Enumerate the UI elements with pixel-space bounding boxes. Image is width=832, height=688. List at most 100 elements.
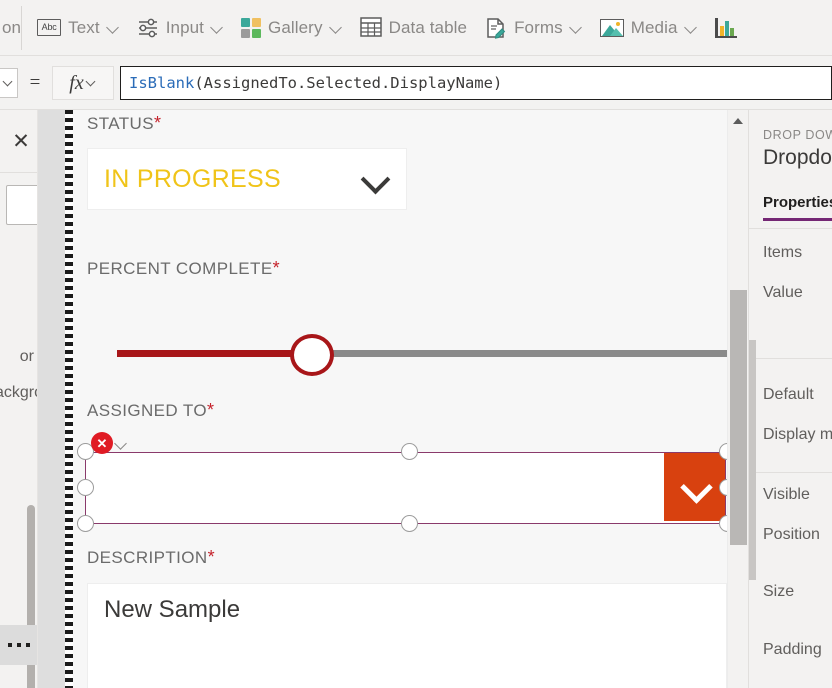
- forms-icon: [485, 17, 507, 39]
- ribbon-item-forms[interactable]: Forms: [476, 6, 591, 50]
- status-dropdown-value: IN PROGRESS: [104, 164, 281, 193]
- required-asterisk: *: [206, 400, 215, 420]
- chevron-down-icon: [678, 472, 712, 502]
- gallery-grid-icon: [241, 17, 261, 38]
- canvas-scrollbar[interactable]: [727, 110, 748, 688]
- field-label-percent-complete-text: PERCENT COMPLETE: [87, 259, 273, 278]
- chevron-down-icon[interactable]: [360, 164, 390, 194]
- media-picture-icon: [599, 18, 624, 37]
- ribbon-item-text[interactable]: Abc Text: [28, 6, 128, 50]
- ribbon-item-gallery-label: Gallery: [268, 17, 323, 37]
- app-canvas[interactable]: STATUS* IN PROGRESS PERCENT COMPLETE* 42…: [65, 110, 748, 688]
- chevron-down-icon[interactable]: [211, 21, 223, 33]
- field-label-assigned-to: ASSIGNED TO*: [87, 400, 214, 421]
- resize-handle-top-center[interactable]: [401, 443, 418, 460]
- formula-input[interactable]: IsBlank (AssignedTo.Selected.DisplayName): [120, 65, 832, 100]
- property-row-value[interactable]: Value: [763, 284, 803, 302]
- dot: [8, 643, 12, 647]
- fx-glyph: fx: [69, 71, 84, 94]
- ribbon-item-text-label: Text: [68, 17, 100, 37]
- slider-handle[interactable]: [290, 334, 334, 376]
- ribbon-item-media[interactable]: Media: [591, 6, 706, 50]
- panel-divider: [749, 358, 832, 359]
- chevron-down-icon[interactable]: [115, 437, 129, 451]
- dot: [17, 643, 21, 647]
- formula-bar: = fx IsBlank (AssignedTo.Selected.Display…: [0, 56, 832, 110]
- fx-function-button[interactable]: fx: [52, 65, 114, 100]
- scroll-up-arrow-icon[interactable]: [733, 118, 743, 124]
- input-sliders-icon: [137, 17, 159, 39]
- assigned-to-selection-frame[interactable]: ✕: [77, 432, 736, 532]
- ribbon-item-input[interactable]: Input: [128, 6, 232, 50]
- text-abc-icon: Abc: [37, 19, 62, 36]
- assigned-to-dropdown-button[interactable]: [664, 453, 725, 521]
- chevron-down-icon[interactable]: [570, 21, 582, 33]
- left-panel-clipped-label-2: ackgro: [0, 384, 37, 401]
- ribbon-item-charts[interactable]: [706, 6, 737, 50]
- ribbon-item-media-label: Media: [630, 17, 678, 37]
- property-row-items[interactable]: Items: [763, 244, 802, 262]
- canvas-scrollbar-thumb[interactable]: [730, 290, 747, 545]
- panel-divider: [749, 228, 832, 229]
- formula-function-name: IsBlank: [129, 73, 195, 92]
- chevron-down-icon[interactable]: [685, 21, 697, 33]
- field-label-status-text: STATUS: [87, 114, 154, 133]
- status-dropdown[interactable]: IN PROGRESS: [87, 148, 407, 210]
- tab-active-indicator: [763, 218, 832, 221]
- canvas-outer-gutter: [38, 110, 65, 688]
- close-icon[interactable]: ✕: [9, 130, 33, 154]
- control-name-title[interactable]: Dropdow: [763, 146, 832, 170]
- insert-ribbon-toolbar: on Abc Text Input Gallery Data table For…: [0, 0, 832, 56]
- ribbon-item-data-table[interactable]: Data table: [351, 6, 477, 50]
- chevron-down-icon: [3, 76, 15, 88]
- panel-divider: [0, 172, 37, 173]
- ribbon-clipped-label: on: [2, 17, 22, 37]
- ribbon-divider: [21, 5, 23, 50]
- property-selector-dropdown[interactable]: [0, 67, 18, 98]
- color-swatch[interactable]: [6, 185, 37, 225]
- assigned-to-dropdown[interactable]: [85, 452, 726, 524]
- property-row-visible[interactable]: Visible: [763, 486, 810, 504]
- formula-expression-rest: (AssignedTo.Selected.DisplayName): [194, 73, 503, 92]
- property-row-padding[interactable]: Padding: [763, 641, 822, 659]
- resize-handle-bottom-center[interactable]: [401, 515, 418, 532]
- description-textarea[interactable]: New Sample: [87, 583, 727, 688]
- chevron-down-icon[interactable]: [107, 21, 119, 33]
- ribbon-item-gallery[interactable]: Gallery: [232, 6, 351, 50]
- field-label-description: DESCRIPTION*: [87, 547, 215, 568]
- property-row-position[interactable]: Position: [763, 526, 820, 544]
- percent-complete-slider[interactable]: 42 %: [87, 328, 735, 378]
- chevron-down-icon[interactable]: [87, 77, 97, 87]
- error-badge-icon[interactable]: ✕: [91, 432, 113, 454]
- property-row-size[interactable]: Size: [763, 583, 794, 601]
- field-label-description-text: DESCRIPTION: [87, 548, 208, 567]
- tab-properties[interactable]: Properties: [763, 194, 832, 211]
- field-label-status: STATUS*: [87, 113, 161, 134]
- control-type-kicker: DROP DOW: [763, 128, 832, 142]
- property-row-display-mode[interactable]: Display mo: [763, 426, 832, 444]
- equals-sign: =: [29, 71, 41, 93]
- resize-handle-bottom-left[interactable]: [77, 515, 94, 532]
- required-asterisk: *: [153, 113, 162, 133]
- required-asterisk: *: [207, 547, 215, 567]
- canvas-selection-edge: [65, 110, 73, 688]
- left-panel-clipped-label-1: or: [19, 348, 34, 365]
- property-row-default[interactable]: Default: [763, 386, 814, 404]
- dot: [26, 643, 30, 647]
- right-properties-panel: DROP DOW Dropdow Properties Items Value …: [748, 110, 832, 688]
- data-table-icon: [359, 16, 382, 39]
- panel-divider: [749, 472, 832, 473]
- field-label-assigned-to-text: ASSIGNED TO: [87, 401, 207, 420]
- chevron-down-icon[interactable]: [330, 21, 342, 33]
- ribbon-item-data-table-label: Data table: [388, 17, 468, 37]
- description-value: New Sample: [104, 596, 241, 623]
- resize-handle-middle-left[interactable]: [77, 479, 94, 496]
- right-panel-scrollbar-thumb[interactable]: [749, 340, 756, 580]
- ribbon-item-input-label: Input: [165, 17, 204, 37]
- more-options-button[interactable]: [0, 625, 37, 665]
- left-properties-panel: ✕ or ackgro: [0, 110, 38, 688]
- app-window: on Abc Text Input Gallery Data table For…: [0, 0, 832, 688]
- ribbon-item-forms-label: Forms: [514, 17, 563, 37]
- field-label-percent-complete: PERCENT COMPLETE*: [87, 258, 280, 279]
- slider-track[interactable]: [317, 350, 735, 357]
